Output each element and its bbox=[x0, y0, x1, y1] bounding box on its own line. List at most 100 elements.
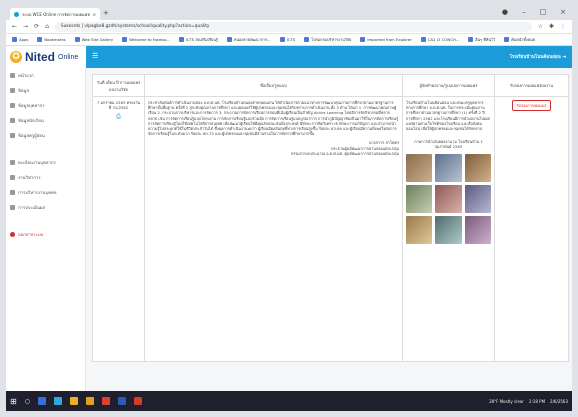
approve-button[interactable]: รับรองการเผยแพร่ bbox=[511, 100, 552, 112]
bookmark-item[interactable]: โปรแกรมบริหารงานวิจัย bbox=[304, 37, 351, 43]
bookmark-icon bbox=[226, 37, 232, 42]
minimize-icon[interactable]: – bbox=[522, 8, 526, 16]
sidebar-item-registry[interactable]: ทะเบียนงานบุคลากร bbox=[6, 155, 85, 170]
sidebar-item-home[interactable]: หน้าแรก bbox=[6, 68, 85, 83]
pencil-icon bbox=[10, 175, 15, 180]
column-header: รับรองการเผยแพร่ผลงาน bbox=[494, 74, 569, 97]
bookmark-item[interactable]: ICTS bbox=[279, 37, 295, 42]
users-icon bbox=[10, 103, 15, 108]
quality-table: วันที่ เดือน ปี การเผยแพร่ผลงานวิจัย ชื่… bbox=[92, 74, 569, 362]
event-photo[interactable] bbox=[464, 153, 491, 182]
home-icon bbox=[10, 73, 15, 78]
forward-icon[interactable]: → bbox=[23, 23, 28, 30]
description-text: ประชาสัมพันธ์การดำเนินงานของ อ.ด.ศ.นท. โ… bbox=[148, 100, 399, 137]
brand-logo[interactable]: ✪ Nited Online bbox=[6, 46, 86, 68]
explorer-icon[interactable] bbox=[85, 397, 94, 405]
event-photo[interactable] bbox=[464, 215, 491, 244]
author-cell: โรงเรียนบ้านโนนค้อนอ่อน และคณะครูบุคลากร… bbox=[402, 96, 495, 362]
approve-cell: รับรองการเผยแพร่ bbox=[494, 96, 569, 362]
sidebar: หน้าแรก ข้อมูล ข้อมูลบุคลากร ข้อมูลนักเร… bbox=[6, 68, 86, 391]
bookmark-icon bbox=[468, 37, 474, 42]
bookmark-icon bbox=[74, 37, 80, 42]
logout-arrow-icon[interactable]: ⇥ bbox=[562, 55, 566, 60]
word-icon[interactable] bbox=[117, 397, 126, 405]
bookmark-item[interactable]: หนองคายพัฒนาการ... bbox=[226, 37, 271, 43]
edge-icon[interactable] bbox=[53, 397, 62, 405]
bookmark-icon bbox=[504, 37, 510, 42]
url-input[interactable]: Sukesrds | vlpagbe8.gzdh/systems/school/… bbox=[54, 21, 532, 32]
event-photo[interactable] bbox=[464, 184, 491, 213]
sidebar-item-teachers[interactable]: ข้อมูลครูผู้สอน bbox=[6, 128, 85, 143]
event-photo[interactable] bbox=[406, 153, 433, 182]
sidebar-item-hr[interactable]: การบริหารงานบุคคล bbox=[6, 185, 85, 200]
favicon-icon bbox=[14, 11, 19, 17]
tab-bar: ระบบ WCE Online การจัดการเผยแพร่ผล × + ●… bbox=[6, 6, 572, 20]
bookmark-item[interactable]: อื่นๆ ที่คั่นไว้ bbox=[468, 37, 495, 43]
close-window-icon[interactable]: × bbox=[560, 8, 566, 16]
pencil-icon bbox=[10, 160, 15, 165]
sidebar-item-personnel[interactable]: ข้อมูลบุคลากร bbox=[6, 98, 85, 113]
bookmark-item[interactable]: Apps bbox=[12, 37, 28, 42]
home-icon[interactable]: ⌂ bbox=[45, 23, 49, 30]
web-app: ✪ Nited Online ☰ โรงเรียนบ้านโนนค้อนอ่อน… bbox=[6, 46, 572, 391]
taskview-icon[interactable] bbox=[37, 397, 46, 405]
bookmark-item[interactable]: Web Site Gallery bbox=[74, 37, 113, 42]
bookmark-icon bbox=[304, 37, 310, 42]
bookmark-icon bbox=[12, 37, 17, 42]
sidebar-item-info[interactable]: ข้อมูล bbox=[6, 83, 85, 98]
sidebar-item-eval[interactable]: การประเมินผล bbox=[6, 200, 85, 215]
date-text: 2/6/2563 bbox=[550, 398, 568, 404]
student-icon bbox=[10, 118, 15, 123]
extensions-icon[interactable]: ✱ bbox=[549, 23, 554, 30]
store-icon[interactable] bbox=[69, 397, 78, 405]
teacher-icon bbox=[10, 133, 15, 138]
search-icon[interactable]: ○ bbox=[25, 398, 30, 405]
power-icon bbox=[10, 232, 15, 237]
event-photo[interactable] bbox=[406, 184, 433, 213]
hamburger-icon[interactable]: ☰ bbox=[92, 52, 98, 60]
bookmark-item[interactable]: ICTS ส่งเสริมเรียนรู้ bbox=[178, 37, 218, 43]
new-tab-icon[interactable]: + bbox=[103, 9, 109, 17]
sidebar-item-academic[interactable]: งานวิชาการ bbox=[6, 170, 85, 185]
weather-text[interactable]: 28°F Mostly clear bbox=[489, 399, 524, 404]
bookmark-icon bbox=[178, 37, 184, 42]
close-icon[interactable]: × bbox=[93, 12, 96, 17]
star-icon[interactable]: ☆ bbox=[538, 23, 543, 30]
app-icon[interactable] bbox=[133, 397, 142, 405]
photo-gallery bbox=[406, 153, 491, 244]
brand-sub: Online bbox=[58, 53, 79, 61]
column-header: วันที่ เดือน ปี การเผยแพร่ผลงานวิจัย bbox=[92, 74, 145, 97]
column-header: ชื่อเรื่อง/รูปแบบ bbox=[144, 74, 403, 97]
reload-icon[interactable]: ⟳ bbox=[34, 23, 39, 30]
signature-block: นางสาวฯ สาโคตร ประธานศูนย์พัฒนาการอ่านขอ… bbox=[290, 140, 399, 156]
school-name[interactable]: โรงเรียนบ้านโนนค้อนอ่อน ⇥ bbox=[510, 53, 566, 60]
menu-icon[interactable]: ⋮ bbox=[560, 23, 566, 30]
bookmark-item[interactable]: Welcome to Facebo... bbox=[122, 37, 170, 42]
event-photo[interactable] bbox=[435, 153, 462, 182]
description-cell: ประชาสัมพันธ์การดำเนินงานของ อ.ด.ศ.นท. โ… bbox=[144, 96, 403, 362]
author-text: โรงเรียนบ้านโนนค้อนอ่อน และคณะครูบุคลากร… bbox=[406, 100, 490, 132]
photo-caption: ภาพการนำเสนอผลงาน ณ โรงเรียนบ้าน 1 กุมภา… bbox=[414, 139, 483, 150]
table-row: 7 มกราคม 2563 ครองวันที่ 31/2562 ⎙ ประชา… bbox=[92, 96, 569, 362]
bookmark-item[interactable]: Bookmarks bbox=[37, 37, 66, 42]
event-photo[interactable] bbox=[435, 184, 462, 213]
maximize-icon[interactable]: □ bbox=[540, 8, 547, 16]
back-icon[interactable]: ← bbox=[12, 23, 17, 30]
event-photo[interactable] bbox=[406, 215, 433, 244]
event-photo[interactable] bbox=[435, 215, 462, 244]
bookmark-item[interactable]: คั่นหน้าทั้งหมด bbox=[504, 37, 535, 43]
sidebar-item-logout[interactable]: ออกจากระบบ bbox=[6, 227, 85, 242]
windows-start-icon[interactable]: ⊞ bbox=[10, 397, 17, 406]
date-cell: 7 มกราคม 2563 ครองวันที่ 31/2562 ⎙ bbox=[92, 96, 145, 362]
bookmark-item[interactable]: CA2 LT CONCH... bbox=[420, 37, 459, 42]
profile-icon[interactable]: ● bbox=[502, 8, 508, 16]
browser-tab[interactable]: ระบบ WCE Online การจัดการเผยแพร่ผล × bbox=[10, 8, 100, 20]
sidebar-item-students[interactable]: ข้อมูลนักเรียน bbox=[6, 113, 85, 128]
chrome-icon[interactable] bbox=[101, 397, 110, 405]
main-content: วันที่ เดือน ปี การเผยแพร่ผลงานวิจัย ชื่… bbox=[86, 68, 572, 391]
column-header: ผู้จัดทำผลงาน/รูปแบบการเผยแพร่ bbox=[402, 74, 495, 97]
attachment-icon[interactable]: ⎙ bbox=[96, 114, 141, 120]
bookmark-item[interactable]: Imported from Explorer bbox=[360, 37, 412, 42]
clock-text[interactable]: 2:18 PM bbox=[529, 399, 545, 404]
info-icon bbox=[10, 88, 15, 93]
